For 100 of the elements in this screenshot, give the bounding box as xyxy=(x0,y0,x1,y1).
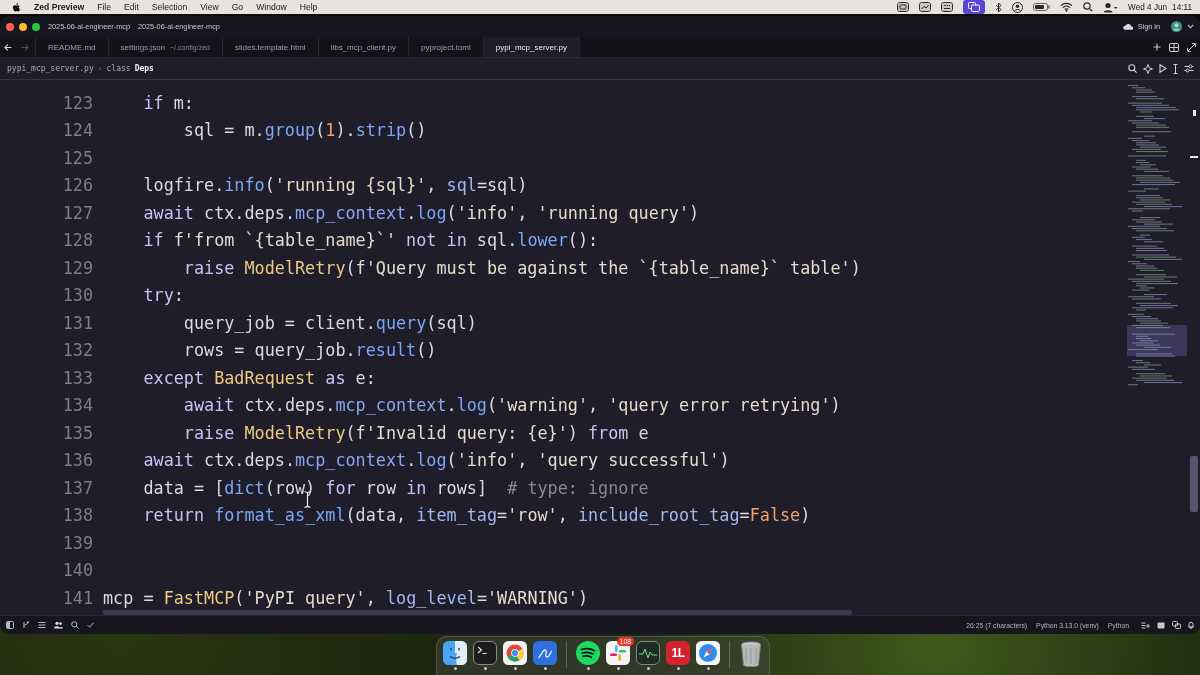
git-branch-icon[interactable] xyxy=(22,621,30,629)
breadcrumb-symbol-kind[interactable]: class xyxy=(106,64,131,73)
line-number: 131 xyxy=(62,312,93,333)
code-line: await ctx.deps.mcp_context.log('warning', 'query error retrying') xyxy=(183,395,841,416)
editor-tab[interactable]: libs_mcp_client.py xyxy=(317,37,408,57)
back-arrow-icon[interactable] xyxy=(4,43,12,51)
line-number: 136 xyxy=(62,450,93,471)
square-icon[interactable] xyxy=(1157,621,1165,629)
editor-tab[interactable]: slides.template.html xyxy=(221,37,318,57)
cloud-icon xyxy=(1122,23,1133,30)
line-number: 133 xyxy=(62,367,93,388)
close-window-icon[interactable] xyxy=(6,22,14,31)
avatar-icon[interactable] xyxy=(1171,21,1182,32)
search-icon[interactable] xyxy=(1083,2,1094,12)
trash-icon[interactable] xyxy=(740,641,762,667)
chevron-down-icon[interactable] xyxy=(1187,24,1194,29)
keyboard-box-icon[interactable] xyxy=(941,2,954,12)
split-pane-icon[interactable] xyxy=(1169,42,1179,52)
scrollbar-marker-icon xyxy=(1190,156,1198,158)
layers-icon[interactable] xyxy=(1172,621,1181,629)
line-number: 134 xyxy=(62,395,93,416)
scrollbar-thumb[interactable] xyxy=(1190,456,1198,512)
code-line: sql = m.group(1).strip() xyxy=(183,120,427,141)
breadcrumb-file[interactable]: pypi_mcp_server.py xyxy=(7,64,94,73)
text-cursor-icon[interactable] xyxy=(1173,63,1178,74)
line-number: 128 xyxy=(62,230,93,251)
scrollbar-marker-icon xyxy=(1193,110,1196,116)
code-line: rows = query_job.result() xyxy=(183,340,437,361)
app-logo[interactable]: 1L xyxy=(666,641,690,665)
waveform-app-icon[interactable] xyxy=(636,641,660,665)
line-number: 125 xyxy=(62,147,93,168)
line-number: 138 xyxy=(62,505,93,526)
editor-tab[interactable]: README.md xyxy=(35,37,108,57)
list-plus-icon[interactable] xyxy=(1141,621,1150,629)
play-icon[interactable] xyxy=(1159,64,1167,73)
code-line: await ctx.deps.mcp_context.log('info', 'query successful') xyxy=(143,450,730,471)
smiling-face-app-icon[interactable] xyxy=(443,641,467,665)
pinwheel-app-icon[interactable] xyxy=(606,641,630,665)
code-line: raise ModelRetry(f'Query must be against the `{table_name}` table') xyxy=(183,257,861,278)
code-line: logfire.info('running {sql}', sql=sql) xyxy=(143,175,528,196)
menu-item[interactable]: Window xyxy=(256,2,287,12)
maximize-icon[interactable] xyxy=(1187,42,1196,52)
code-line: if m: xyxy=(143,92,194,113)
sound-waves-app-icon[interactable] xyxy=(576,641,600,665)
line-number: 132 xyxy=(62,340,93,361)
people-icon[interactable] xyxy=(54,621,63,629)
menu-item[interactable]: View xyxy=(200,2,219,12)
person-chevron-icon[interactable] xyxy=(1103,1,1119,13)
chart-box-icon[interactable] xyxy=(919,2,932,12)
code-line: data = [dict(row) for row in rows] # type: ignore xyxy=(143,477,649,498)
menu-bar-date[interactable]: Wed 4 Jun xyxy=(1128,2,1168,12)
windows-icon[interactable] xyxy=(963,0,986,14)
tricolor-circle-app-icon[interactable] xyxy=(503,641,527,665)
line-number: 135 xyxy=(62,422,93,443)
bluetooth-icon[interactable] xyxy=(995,1,1003,13)
code-line: return format_as_xml(data, item_tag='row', include_root_tag=False) xyxy=(143,505,811,526)
check-icon[interactable] xyxy=(87,622,94,628)
line-number: 139 xyxy=(62,532,93,553)
zoom-window-icon[interactable] xyxy=(32,22,40,31)
code-line: raise ModelRetry(f'Invalid query: {e}') from e xyxy=(183,422,649,443)
list-icon[interactable] xyxy=(38,621,46,629)
menu-item[interactable]: Go xyxy=(231,2,244,12)
code-line: await ctx.deps.mcp_context.log('info', 'running query') xyxy=(143,202,700,223)
line-number: 137 xyxy=(62,477,93,498)
apple-logo-icon[interactable] xyxy=(12,1,21,13)
line-number: 123 xyxy=(62,92,93,113)
screen-icon[interactable] xyxy=(897,2,910,12)
bell-icon[interactable] xyxy=(1188,621,1194,629)
code-line: try: xyxy=(143,285,184,306)
plus-icon[interactable] xyxy=(1153,43,1161,51)
breadcrumb-separator: › xyxy=(97,64,103,73)
editor-tab[interactable]: pypi_mcp_server.py xyxy=(482,37,580,57)
minimize-window-icon[interactable] xyxy=(19,22,27,31)
code-line: if f'from `{table_name}`' not in sql.lower(): xyxy=(143,230,599,251)
wifi-icon[interactable] xyxy=(1060,2,1074,12)
editor-tab[interactable]: pyproject.toml xyxy=(408,37,483,57)
person-circle-icon[interactable] xyxy=(1012,1,1024,13)
sidebar-icon[interactable] xyxy=(6,621,14,629)
menu-bar-time[interactable]: 14:11 xyxy=(1172,2,1192,12)
sparkle-icon[interactable] xyxy=(1143,63,1153,74)
app-menu[interactable]: Zed Preview xyxy=(34,2,85,12)
line-number: 129 xyxy=(62,257,93,278)
menu-item[interactable]: Help xyxy=(299,2,318,12)
menu-item[interactable]: Edit xyxy=(124,2,139,12)
scrollbar-thumb[interactable] xyxy=(103,610,852,615)
breadcrumb-symbol[interactable]: Deps xyxy=(134,64,154,73)
terminal-icon[interactable] xyxy=(473,641,497,665)
line-number: 127 xyxy=(62,202,93,223)
pen-app-icon[interactable] xyxy=(533,641,557,665)
code-line: except BadRequest as e: xyxy=(143,367,376,388)
search-icon[interactable] xyxy=(71,621,79,629)
search-icon[interactable] xyxy=(1128,64,1137,73)
sliders-icon[interactable] xyxy=(1184,64,1194,73)
menu-item[interactable]: Selection xyxy=(151,2,188,12)
line-number: 126 xyxy=(62,175,93,196)
compass-app-icon[interactable] xyxy=(696,641,720,665)
menu-item[interactable]: File xyxy=(97,2,111,12)
line-number: 130 xyxy=(62,285,93,306)
line-number: 141 xyxy=(62,587,93,608)
battery-icon[interactable] xyxy=(1033,3,1051,11)
